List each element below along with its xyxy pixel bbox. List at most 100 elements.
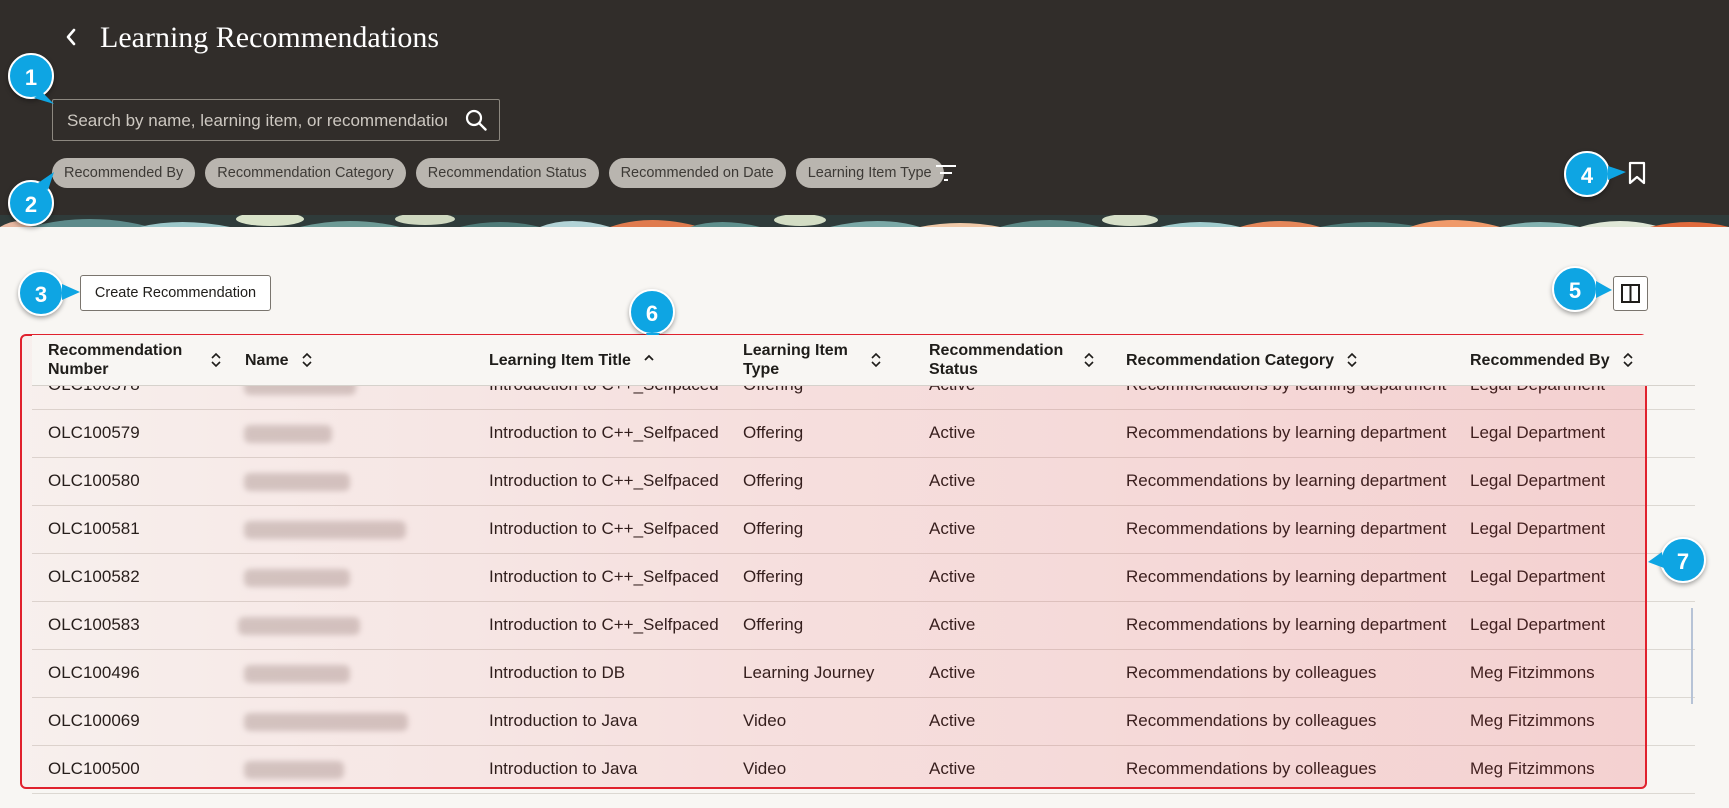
callout-number: 6 [645, 301, 659, 326]
sort-ascending-icon[interactable] [643, 352, 655, 368]
blurred-name [244, 569, 350, 587]
cell-number: OLC100582 [48, 567, 140, 586]
chip-recommended-by[interactable]: Recommended By [52, 158, 196, 188]
column-header-learning-item-title[interactable]: Learning Item Title [489, 335, 689, 385]
sort-icon[interactable] [210, 352, 222, 368]
cell-recommended-by: Legal Department [1470, 519, 1606, 538]
sort-icon[interactable] [301, 352, 313, 368]
page-title: Learning Recommendations [100, 21, 440, 54]
cell-type: Video [743, 759, 787, 778]
cell-status: Active [929, 567, 976, 586]
chevron-left-icon [66, 28, 76, 46]
column-label: Learning Item Title [489, 351, 631, 369]
cell-status: Active [929, 759, 976, 778]
column-header-recommendation-category[interactable]: Recommendation Category [1126, 335, 1406, 385]
callout-3: 3 [18, 270, 64, 316]
column-header-recommendation-number[interactable]: Recommendation Number [48, 335, 228, 385]
callout-number: 4 [1580, 163, 1594, 188]
cell-category: Recommendations by learning department [1126, 423, 1447, 442]
cell-number: OLC100581 [48, 519, 140, 538]
callout-2: 2 [8, 180, 54, 226]
cell-category: Recommendations by colleagues [1126, 711, 1377, 730]
search-icon[interactable] [465, 109, 487, 131]
cell-type: Offering [743, 471, 804, 490]
chip-recommendation-status[interactable]: Recommendation Status [415, 158, 599, 188]
header-illustration [0, 215, 1729, 227]
manage-columns-button[interactable] [1613, 276, 1648, 311]
search-box[interactable] [52, 99, 500, 142]
sort-icon[interactable] [1622, 352, 1634, 368]
table-row[interactable]: OLC100579 Introduction to C++_Selfpaced … [32, 409, 1695, 458]
cell-status: Active [929, 663, 976, 682]
cell-status: Active [929, 711, 976, 730]
cell-recommended-by: Meg Fitzimmons [1470, 711, 1595, 730]
blurred-name [244, 713, 408, 731]
cell-number: OLC100579 [48, 423, 140, 442]
column-header-recommendation-status[interactable]: Recommendation Status [929, 335, 1129, 385]
cell-title[interactable]: Introduction to C++_Selfpaced [489, 601, 719, 649]
callout-7: 7 [1660, 537, 1706, 583]
columns-icon [1621, 284, 1640, 303]
cell-status: Active [929, 519, 976, 538]
blurred-name [244, 473, 350, 491]
table-header: Recommendation Number Name Learning Item… [32, 335, 1695, 386]
cell-category: Recommendations by learning department [1126, 519, 1447, 538]
column-header-recommended-by[interactable]: Recommended By [1470, 335, 1660, 385]
recommendations-table: Recommendation Number Name Learning Item… [32, 335, 1695, 795]
chip-recommendation-category[interactable]: Recommendation Category [205, 158, 406, 188]
table-row[interactable]: OLC100580 Introduction to C++_Selfpaced … [32, 457, 1695, 506]
cell-type: Offering [743, 519, 804, 538]
callout-6: 6 [629, 289, 675, 335]
cell-title[interactable]: Introduction to C++_Selfpaced [489, 457, 719, 505]
chip-learning-item-type[interactable]: Learning Item Type [795, 158, 944, 188]
callout-number: 1 [24, 65, 38, 90]
filter-icon[interactable] [934, 162, 958, 184]
table-row[interactable]: OLC100582 Introduction to C++_Selfpaced … [32, 553, 1695, 602]
cell-title[interactable]: Introduction to C++_Selfpaced [489, 409, 719, 457]
cell-category: Recommendations by learning department [1126, 615, 1447, 634]
cell-type: Video [743, 711, 787, 730]
column-label: Recommendation Category [1126, 351, 1335, 369]
chip-recommended-on-date[interactable]: Recommended on Date [608, 158, 786, 188]
cell-title[interactable]: Introduction to Java [489, 697, 637, 745]
table-scrollbar[interactable] [1691, 608, 1693, 704]
blurred-name [244, 521, 406, 539]
cell-category: Recommendations by colleagues [1126, 663, 1377, 682]
cell-title[interactable]: Introduction to Java [489, 745, 637, 793]
cell-status: Active [929, 423, 976, 442]
cell-type: Learning Journey [743, 663, 875, 682]
cell-type: Offering [743, 615, 804, 634]
blurred-name [244, 665, 350, 683]
cell-title[interactable]: Introduction to C++_Selfpaced [489, 553, 719, 601]
blurred-name [244, 425, 332, 443]
cell-type: Offering [743, 567, 804, 586]
cell-recommended-by: Legal Department [1470, 615, 1606, 634]
search-input[interactable] [65, 100, 449, 142]
sort-icon[interactable] [870, 352, 882, 368]
create-recommendation-button[interactable]: Create Recommendation [80, 275, 271, 311]
cell-number: OLC100069 [48, 711, 140, 730]
sort-icon[interactable] [1346, 352, 1358, 368]
column-header-learning-item-type[interactable]: Learning Item Type [743, 335, 903, 385]
column-label: Recommended By [1470, 351, 1610, 369]
column-header-name[interactable]: Name [245, 335, 365, 385]
callout-number: 5 [1568, 278, 1582, 303]
table-row[interactable]: OLC100069 Introduction to Java Video Act… [32, 697, 1695, 746]
back-button[interactable] [58, 22, 84, 52]
sort-icon[interactable] [1083, 352, 1095, 368]
cell-number: OLC100583 [48, 615, 140, 634]
cell-title[interactable]: Introduction to C++_Selfpaced [489, 505, 719, 553]
cell-category: Recommendations by colleagues [1126, 759, 1377, 778]
table-row[interactable]: OLC100496 Introduction to DB Learning Jo… [32, 649, 1695, 698]
cell-title[interactable]: Introduction to DB [489, 649, 625, 697]
cell-category: Recommendations by learning department [1126, 471, 1447, 490]
cell-recommended-by: Meg Fitzimmons [1470, 759, 1595, 778]
table-row[interactable]: OLC100583 Introduction to C++_Selfpaced … [32, 601, 1695, 650]
table-row[interactable]: OLC100500 Introduction to Java Video Act… [32, 745, 1695, 794]
cell-status: Active [929, 471, 976, 490]
bookmark-icon[interactable] [1626, 161, 1648, 185]
table-row[interactable]: OLC100581 Introduction to C++_Selfpaced … [32, 505, 1695, 554]
column-label: Recommendation Status [929, 342, 1064, 378]
column-label: Recommendation Number [48, 342, 183, 378]
blurred-name [238, 617, 360, 635]
